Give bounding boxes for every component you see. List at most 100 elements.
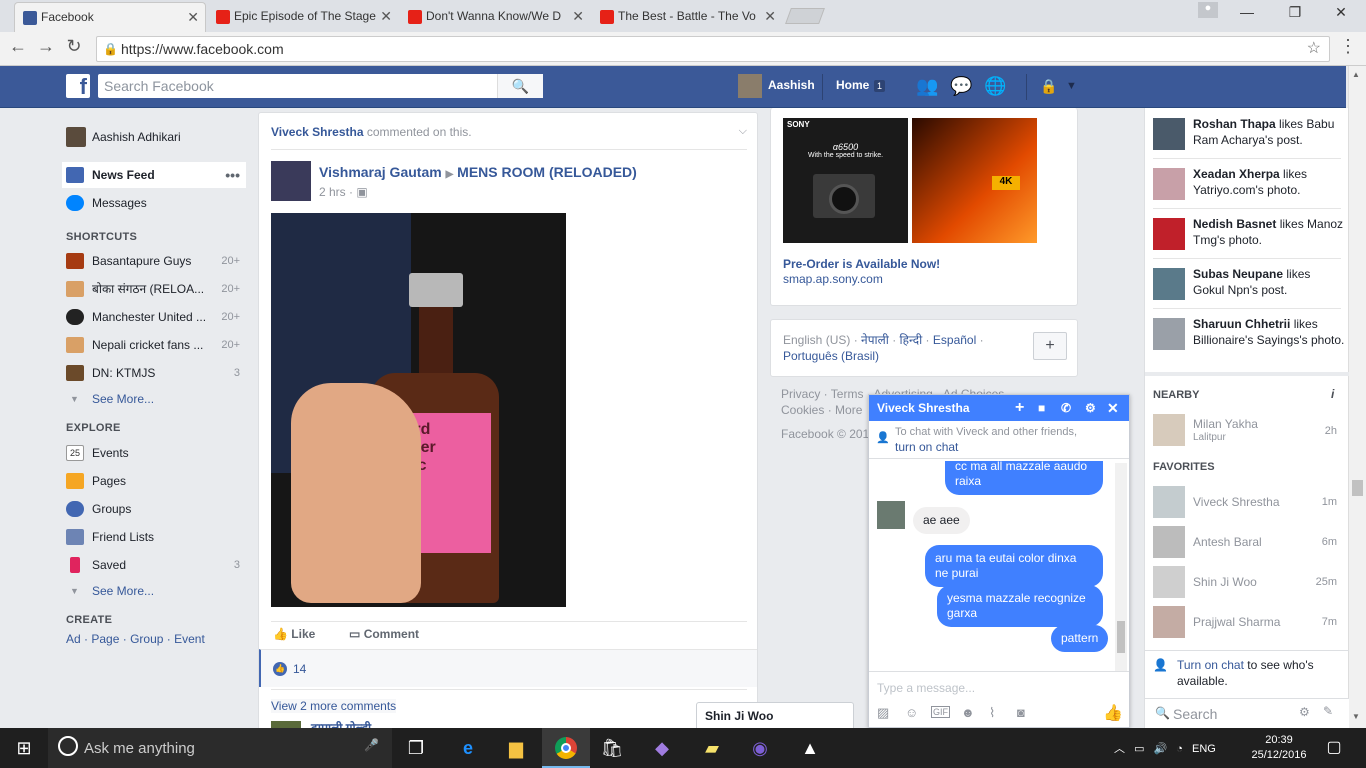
group-link[interactable]: MENS ROOM (RELOADED) — [457, 164, 637, 180]
store-icon[interactable]: 🛍 — [598, 734, 626, 762]
task-view-icon[interactable]: ❐ — [402, 734, 430, 762]
shortcut-item[interactable]: Nepali cricket fans ... 20+ — [62, 332, 246, 358]
ad-title-link[interactable]: Pre-Order is Available Now! — [783, 257, 940, 271]
post-time[interactable]: 2 hrs — [319, 185, 346, 199]
info-icon[interactable]: i — [1331, 387, 1334, 401]
language-link-spanish[interactable]: Español — [933, 333, 976, 347]
visual-studio-icon[interactable]: ◆ — [648, 734, 676, 762]
page-scrollbar[interactable]: ▲ ▼ — [1348, 66, 1366, 728]
sidebar-item-saved[interactable]: Saved 3 — [62, 552, 246, 578]
chat-contact[interactable]: Viveck Shrestha 1m — [1153, 486, 1341, 518]
search-input[interactable]: Search Facebook 🔍 — [98, 74, 543, 98]
message-input[interactable]: Type a message... — [877, 681, 975, 695]
see-more-shortcuts-link[interactable]: ▼ See More... — [62, 386, 246, 412]
clock[interactable]: 20:39 25/12/2016 — [1248, 733, 1310, 763]
shortcut-item[interactable]: बोका संगठन (RELOA... 20+ — [62, 276, 246, 302]
close-tab-icon[interactable]: ✕ — [764, 2, 776, 30]
like-count[interactable]: 14 — [293, 662, 306, 676]
edge-icon[interactable]: e — [454, 734, 482, 762]
create-event-link[interactable]: Event — [174, 632, 205, 646]
photos-icon[interactable]: ▲ — [796, 734, 824, 762]
profile-icon[interactable]: ● — [1198, 2, 1218, 18]
terms-link[interactable]: Terms — [831, 387, 864, 401]
chat-contact[interactable]: Antesh Baral 6m — [1153, 526, 1341, 558]
language-link-nepali[interactable]: नेपाली — [861, 333, 889, 347]
chevron-down-icon[interactable]: ⌵ — [739, 125, 747, 138]
chat-contact[interactable]: Milan Yakha Lalitpur 2h — [1153, 414, 1341, 446]
scrollbar-thumb[interactable] — [1352, 480, 1363, 496]
scrollbar-thumb[interactable] — [1117, 621, 1125, 653]
forward-arrow-icon[interactable]: → — [34, 36, 58, 57]
windows-start-icon[interactable]: ⊞ — [10, 734, 38, 762]
sticky-notes-icon[interactable]: ▰ — [698, 734, 726, 762]
language-link-hindi[interactable]: हिन्दी — [900, 333, 923, 347]
language-indicator[interactable]: ENG — [1192, 743, 1216, 755]
scroll-up-icon[interactable]: ▲ — [1352, 70, 1360, 79]
sidebar-item-messages[interactable]: Messages — [62, 190, 246, 216]
close-tab-icon[interactable]: ✕ — [380, 2, 392, 30]
tray-chevron-up-icon[interactable]: ︿ — [1114, 743, 1125, 755]
close-icon[interactable]: ✕ — [1107, 395, 1119, 421]
privacy-shortcuts-icon[interactable]: 🔒 — [1040, 78, 1057, 95]
camera-icon[interactable]: ◙ — [1017, 705, 1025, 720]
tab-facebook[interactable]: Facebook ✕ — [14, 2, 206, 32]
reload-icon[interactable]: ↻ — [62, 36, 86, 57]
chat-scrollbar[interactable] — [1115, 463, 1127, 671]
cortana-search-box[interactable]: Ask me anything 🎤 — [48, 728, 392, 768]
sidebar-item-pages[interactable]: Pages — [62, 468, 246, 494]
gear-icon[interactable]: ⚙ — [1299, 705, 1310, 719]
chat-search-bar[interactable]: 🔍 Search ⚙ ✎ — [1145, 698, 1349, 728]
photo-icon[interactable]: ▨ — [877, 705, 889, 721]
tab-youtube-2[interactable]: Don't Wanna Know/We D ✕ — [400, 2, 590, 32]
profile-link[interactable]: Aashish — [768, 78, 815, 92]
see-more-explore-link[interactable]: ▼ See More... — [62, 578, 246, 604]
back-arrow-icon[interactable]: ← — [6, 36, 30, 57]
chat-header[interactable]: Viveck Shrestha + ■ ✆ ⚙ ✕ — [869, 395, 1129, 421]
ad-image-2[interactable]: 4K — [912, 118, 1037, 243]
like-button[interactable]: 👍 Like — [273, 627, 315, 641]
home-link[interactable]: Home — [836, 78, 869, 92]
ticker-item[interactable]: Nedish Basnet likes Manoz Tmg's photo. — [1153, 216, 1345, 250]
close-window-icon[interactable]: ✕ — [1326, 4, 1356, 21]
viber-icon[interactable]: ◉ — [746, 734, 774, 762]
cookies-link[interactable]: Cookies — [781, 403, 824, 417]
commenter-link[interactable]: Viveck Shrestha — [271, 125, 364, 139]
sidebar-item-news-feed[interactable]: News Feed ••• — [62, 162, 246, 188]
chrome-taskbar-button[interactable] — [542, 728, 590, 768]
shortcut-item[interactable]: Basantapure Guys 20+ — [62, 248, 246, 274]
more-options-icon[interactable]: ••• — [225, 162, 240, 188]
thumbs-up-send-icon[interactable]: 👍 — [1103, 703, 1123, 723]
attachment-icon[interactable]: ⌇ — [989, 705, 995, 721]
author-avatar[interactable] — [271, 161, 311, 201]
view-more-comments-link[interactable]: View 2 more comments — [271, 699, 397, 713]
privacy-link[interactable]: Privacy — [781, 387, 820, 401]
shortcut-item[interactable]: DN: KTMJS 3 — [62, 360, 246, 386]
minimized-chat-tab[interactable]: Shin Ji Woo — [696, 702, 854, 728]
bookmark-star-icon[interactable]: ☆ — [1307, 37, 1321, 61]
file-explorer-icon[interactable]: ▆ — [502, 734, 530, 762]
video-call-icon[interactable]: ■ — [1038, 395, 1045, 421]
url-input[interactable]: 🔒 https://www.facebook.com ☆ — [96, 36, 1330, 62]
messages-icon[interactable]: 💬 — [950, 76, 972, 97]
tab-youtube-1[interactable]: Epic Episode of The Stage ✕ — [208, 2, 398, 32]
new-tab-button[interactable] — [785, 8, 825, 24]
create-ad-link[interactable]: Ad — [66, 632, 81, 646]
create-page-link[interactable]: Page — [91, 632, 119, 646]
wifi-icon[interactable]: ◔ — [1176, 743, 1183, 755]
phone-icon[interactable]: ✆ — [1061, 395, 1071, 421]
chat-contact[interactable]: Prajjwal Sharma 7m — [1153, 606, 1341, 638]
language-link-portuguese[interactable]: Português (Brasil) — [783, 349, 879, 363]
maximize-window-icon[interactable]: ❐ — [1280, 4, 1310, 21]
microphone-icon[interactable]: 🎤 — [364, 738, 379, 752]
turn-on-chat-link[interactable]: Turn on chat — [1177, 658, 1244, 672]
menu-dots-icon[interactable]: ⋮ — [1336, 36, 1360, 57]
tab-youtube-3[interactable]: The Best - Battle - The Vo ✕ — [592, 2, 782, 32]
sidebar-item-events[interactable]: 25 Events — [62, 440, 246, 466]
scroll-down-icon[interactable]: ▼ — [1352, 712, 1360, 721]
comment-button[interactable]: ▭ Comment — [349, 627, 419, 641]
audience-icon[interactable]: ▣ — [356, 185, 367, 199]
chat-contact[interactable]: Shin Ji Woo 25m — [1153, 566, 1341, 598]
turn-on-chat-link[interactable]: turn on chat — [895, 440, 958, 454]
gear-icon[interactable]: ⚙ — [1085, 395, 1096, 421]
ticker-item[interactable]: Sharuun Chhetrii likes Billionaire's Say… — [1153, 316, 1345, 350]
